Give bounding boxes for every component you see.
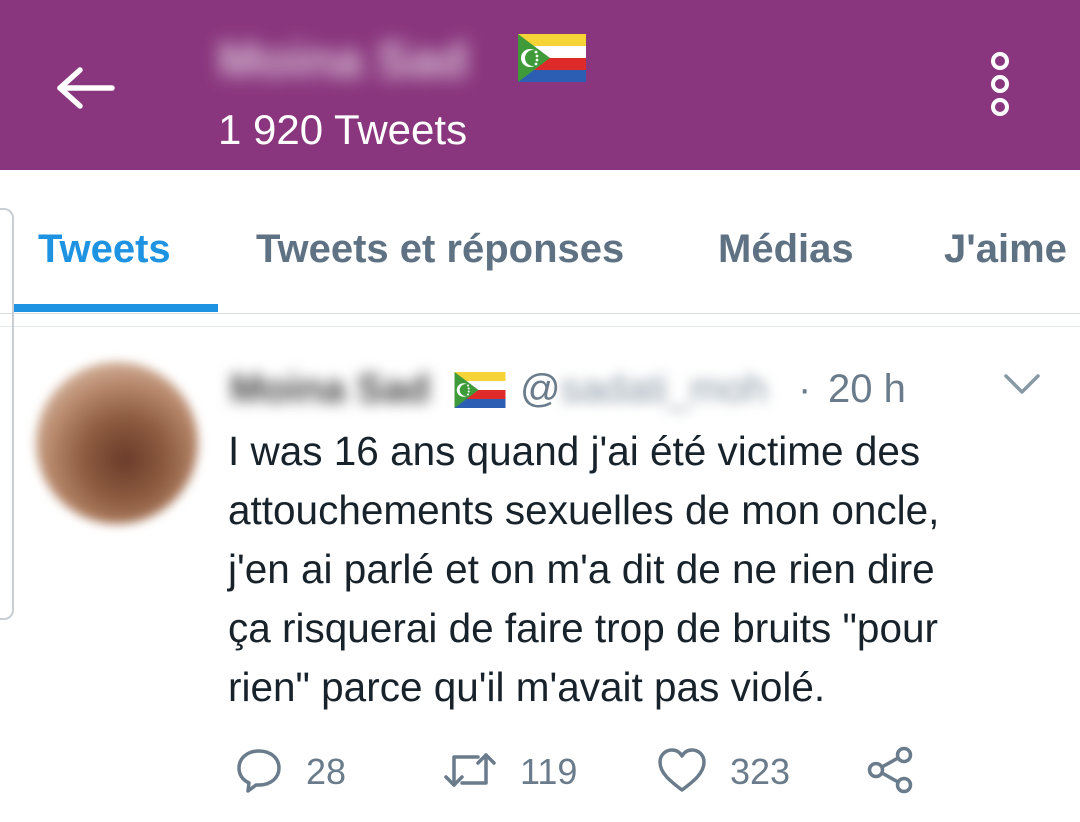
reply-count: 28 (306, 751, 347, 792)
tweet-menu-button[interactable] (996, 364, 1048, 408)
comoros-flag-icon (454, 372, 506, 413)
chevron-down-icon (1002, 372, 1042, 401)
tab-likes[interactable]: J'aime (944, 224, 1067, 274)
reply-icon (234, 745, 284, 800)
meta-separator: · (798, 367, 812, 411)
back-button[interactable] (46, 50, 126, 130)
arrow-left-icon (56, 66, 116, 115)
active-tab-indicator (14, 304, 218, 312)
overflow-menu-button[interactable] (972, 46, 1028, 126)
header-profile-name: Moina Sad (218, 32, 469, 88)
avatar[interactable] (36, 362, 198, 524)
profile-screen: Moina Sad 1 920 Tweets Tweets Tweets et … (0, 0, 1080, 822)
side-drawer-edge[interactable] (0, 208, 14, 620)
tab-media[interactable]: Médias (718, 224, 854, 274)
reply-button[interactable]: 28 (234, 742, 346, 802)
retweet-count: 119 (520, 751, 578, 792)
retweet-button[interactable]: 119 (442, 742, 577, 802)
tweet-text-line: I was 16 ans quand j'ai été victime des (228, 428, 921, 474)
handle-text: sadati_moh (560, 367, 768, 411)
profile-header: Moina Sad 1 920 Tweets (0, 0, 1080, 170)
divider (0, 326, 1080, 327)
tweet-text-line: rien" parce qu'il m'avait pas violé. (228, 664, 826, 710)
more-vertical-icon (986, 51, 1014, 122)
like-count: 323 (730, 751, 791, 792)
heart-icon (656, 746, 708, 799)
share-button[interactable] (866, 742, 916, 802)
profile-tabs: Tweets Tweets et réponses Médias J'aime (0, 170, 1080, 314)
tweet-author-handle[interactable]: @sadati_moh (520, 362, 767, 416)
tweet-text-line: j'en ai parlé et on m'a dit de ne rien d… (228, 546, 935, 592)
like-button[interactable]: 323 (656, 742, 790, 802)
tab-tweets[interactable]: Tweets (38, 224, 171, 274)
tab-tweets-and-replies[interactable]: Tweets et réponses (256, 224, 624, 274)
comoros-flag-icon (518, 34, 586, 87)
tweet-timestamp[interactable]: 20 h (828, 362, 906, 416)
handle-prefix: @ (520, 367, 561, 411)
tweet-count: 1 920 Tweets (218, 106, 468, 153)
tweet-author-name[interactable]: Moina Sad (230, 362, 442, 416)
tweet-text-line: ça risquerai de faire trop de bruits "po… (228, 605, 938, 651)
tweet-text-line: attouchements sexuelles de mon oncle, (228, 487, 940, 533)
tweet-text: I was 16 ans quand j'ai été victime des … (228, 422, 1048, 717)
share-icon (866, 745, 916, 800)
retweet-icon (442, 747, 498, 798)
